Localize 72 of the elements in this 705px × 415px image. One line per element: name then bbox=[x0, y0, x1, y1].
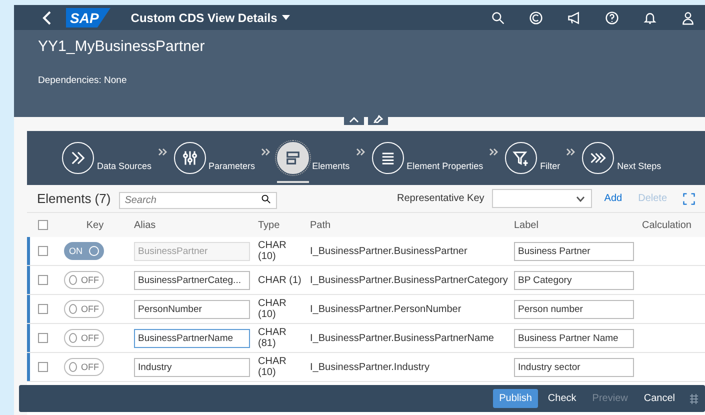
filter-plus-icon bbox=[512, 149, 530, 167]
label-field[interactable]: BP Category bbox=[514, 270, 634, 290]
process-step[interactable]: Parameters bbox=[174, 142, 256, 174]
chevron-up-icon bbox=[349, 114, 359, 122]
chevron-down-icon bbox=[576, 196, 586, 202]
column-header: Calculation bbox=[642, 220, 692, 230]
process-step[interactable]: Next Steps bbox=[582, 142, 662, 174]
footer-button[interactable]: Check bbox=[542, 389, 582, 408]
sap-logo: SAP bbox=[66, 8, 111, 28]
bell-icon[interactable] bbox=[643, 10, 657, 25]
table-title: Elements (7) bbox=[37, 191, 111, 206]
footer-button[interactable]: Cancel bbox=[638, 389, 681, 408]
path-text: I_BusinessPartner.BusinessPartner bbox=[310, 246, 468, 256]
list-blocks-icon bbox=[284, 149, 302, 167]
path-text: I_BusinessPartner.Industry bbox=[310, 362, 430, 372]
app-title-menu[interactable]: Custom CDS View Details bbox=[124, 10, 467, 26]
pin-header-button[interactable] bbox=[368, 112, 388, 125]
grip-icon[interactable] bbox=[689, 392, 699, 404]
type-text: CHAR (10) bbox=[258, 356, 286, 378]
column-header: Key bbox=[86, 220, 104, 230]
object-title: YY1_MyBusinessPartner bbox=[38, 38, 206, 56]
search-icon bbox=[260, 194, 271, 204]
double-arrow-icon bbox=[69, 149, 87, 167]
alias-field[interactable]: PersonNumber bbox=[134, 300, 250, 318]
row-checkbox[interactable] bbox=[38, 246, 48, 256]
path-text: I_BusinessPartner.BusinessPartnerName bbox=[310, 332, 494, 344]
type-text: CHAR (1) bbox=[258, 274, 302, 286]
label-field[interactable]: Person number bbox=[514, 300, 634, 318]
key-switch[interactable]: OFF bbox=[64, 271, 104, 289]
megaphone-icon[interactable] bbox=[567, 10, 581, 25]
process-step[interactable]: Data Sources bbox=[62, 142, 152, 174]
column-header: Label bbox=[514, 220, 538, 230]
key-switch[interactable]: OFF bbox=[64, 329, 104, 347]
back-icon[interactable] bbox=[42, 10, 52, 25]
sliders-icon bbox=[180, 149, 199, 167]
alias-field[interactable]: BusinessPartnerCateg... bbox=[134, 270, 250, 290]
label-field[interactable]: Business Partner Name bbox=[514, 328, 634, 348]
circled-c-icon[interactable] bbox=[529, 10, 543, 25]
type-text: CHAR (81) bbox=[258, 327, 286, 349]
user-icon[interactable] bbox=[681, 10, 695, 25]
dependencies-text: Dependencies: None bbox=[38, 75, 128, 86]
label-field[interactable]: Business Partner bbox=[514, 242, 634, 260]
key-switch[interactable]: OFF bbox=[64, 358, 104, 376]
double-chevron-icon bbox=[489, 148, 500, 156]
column-header: Type bbox=[258, 220, 280, 230]
double-chevron-icon bbox=[566, 148, 576, 156]
double-chevron-icon bbox=[158, 148, 168, 156]
select-all-checkbox[interactable] bbox=[38, 220, 48, 230]
double-chevron-icon bbox=[261, 148, 272, 156]
key-switch[interactable]: OFF bbox=[64, 300, 104, 318]
search-icon[interactable] bbox=[491, 10, 505, 25]
alias-field[interactable]: BusinessPartnerName bbox=[134, 328, 250, 348]
type-text: CHAR (10) bbox=[258, 240, 286, 262]
process-step[interactable]: Element Properties bbox=[372, 142, 484, 174]
representative-key-label: Representative Key bbox=[397, 193, 484, 204]
search-field[interactable]: Search bbox=[118, 192, 277, 209]
row-checkbox[interactable] bbox=[38, 275, 48, 285]
fullscreen-icon[interactable] bbox=[683, 192, 695, 204]
column-header: Alias bbox=[134, 220, 156, 230]
add-button[interactable]: Add bbox=[600, 193, 626, 204]
double-chevron-icon bbox=[356, 148, 366, 156]
path-text: I_BusinessPartner.PersonNumber bbox=[310, 304, 462, 314]
row-checkbox[interactable] bbox=[38, 304, 48, 314]
type-text: CHAR (10) bbox=[258, 298, 286, 320]
column-header: Path bbox=[310, 220, 331, 230]
caret-icon bbox=[282, 15, 290, 20]
label-field[interactable]: Industry sector bbox=[514, 358, 634, 376]
help-icon[interactable] bbox=[605, 10, 619, 25]
row-checkbox[interactable] bbox=[38, 333, 48, 343]
alias-field[interactable]: Industry bbox=[134, 358, 250, 376]
path-text: I_BusinessPartner.BusinessPartnerCategory bbox=[310, 274, 508, 286]
row-checkbox[interactable] bbox=[38, 362, 48, 372]
